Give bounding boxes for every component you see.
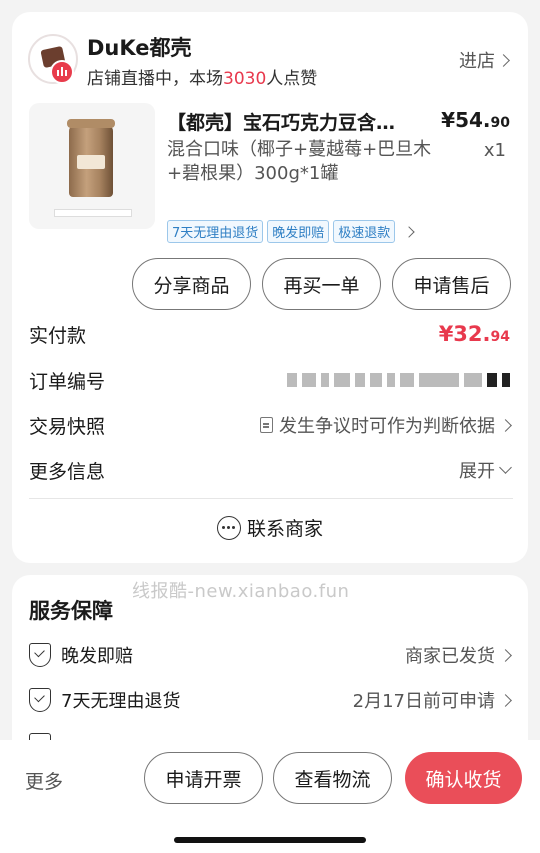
chevron-down-icon bbox=[499, 460, 512, 474]
order-number-masked bbox=[287, 373, 510, 387]
after-sale-button[interactable]: 申请售后 bbox=[392, 258, 511, 310]
tag-return: 7天无理由退货 bbox=[167, 220, 264, 243]
tag-late-compensation: 晚发即赔 bbox=[267, 220, 330, 243]
chat-icon bbox=[216, 515, 241, 540]
chevron-right-icon bbox=[499, 693, 512, 707]
paid-amount: ¥32.94 bbox=[438, 322, 510, 346]
product-image[interactable] bbox=[29, 103, 155, 229]
chevron-right-icon bbox=[499, 418, 512, 432]
home-indicator[interactable] bbox=[174, 837, 366, 843]
shop-live-status: 店铺直播中，本场3030人点赞 bbox=[87, 69, 318, 89]
snapshot-row[interactable]: 交易快照 发生争议时可作为判断依据 bbox=[29, 410, 512, 440]
shield-icon bbox=[29, 643, 51, 667]
share-product-button[interactable]: 分享商品 bbox=[132, 258, 251, 310]
service-item[interactable]: 7天无理由退货 2月17日前可申请 bbox=[29, 685, 512, 715]
product-quantity: x1 bbox=[483, 140, 506, 161]
chevron-right-icon bbox=[497, 53, 510, 67]
product-spec: 混合口味（椰子+蔓越莓+巴旦木+碧根果）300g*1罐 bbox=[167, 139, 432, 184]
order-card: DuKe都壳 店铺直播中，本场3030人点赞 进店 【都壳】宝石巧克力豆含… ¥… bbox=[12, 12, 528, 563]
product-price: ¥54.90 bbox=[441, 108, 510, 132]
invoice-button[interactable]: 申请开票 bbox=[144, 752, 263, 804]
divider bbox=[29, 498, 513, 499]
live-icon bbox=[50, 60, 74, 84]
tag-fast-refund: 极速退款 bbox=[333, 220, 396, 243]
more-button[interactable]: 更多 bbox=[25, 767, 63, 794]
watermark: 线报酷-new.xianbao.fun bbox=[132, 581, 350, 602]
bottom-action-bar: 更多 申请开票 查看物流 确认收货 bbox=[0, 740, 540, 853]
contact-merchant-button[interactable]: 联系商家 bbox=[12, 514, 528, 541]
shop-name[interactable]: DuKe都壳 bbox=[87, 32, 192, 62]
order-number-row: 订单编号 bbox=[29, 365, 510, 395]
chevron-right-icon bbox=[499, 648, 512, 662]
rebuy-button[interactable]: 再买一单 bbox=[262, 258, 381, 310]
view-logistics-button[interactable]: 查看物流 bbox=[273, 752, 392, 804]
paid-row: 实付款 ¥32.94 bbox=[29, 322, 510, 347]
service-title: 服务保障 bbox=[29, 599, 113, 623]
confirm-receipt-button[interactable]: 确认收货 bbox=[405, 752, 522, 804]
service-item[interactable]: 晚发即赔 商家已发货 bbox=[29, 640, 512, 670]
order-actions: 分享商品 再买一单 申请售后 bbox=[132, 258, 511, 310]
shield-icon bbox=[29, 688, 51, 712]
document-icon bbox=[260, 417, 273, 433]
chevron-right-icon bbox=[403, 225, 415, 238]
enter-shop-link[interactable]: 进店 bbox=[459, 47, 510, 73]
like-count: 3030 bbox=[223, 69, 267, 89]
service-tags[interactable]: 7天无理由退货 晚发即赔 极速退款 bbox=[167, 220, 415, 243]
more-info-row[interactable]: 更多信息 展开 bbox=[29, 455, 512, 485]
product-title[interactable]: 【都壳】宝石巧克力豆含… bbox=[167, 108, 432, 135]
